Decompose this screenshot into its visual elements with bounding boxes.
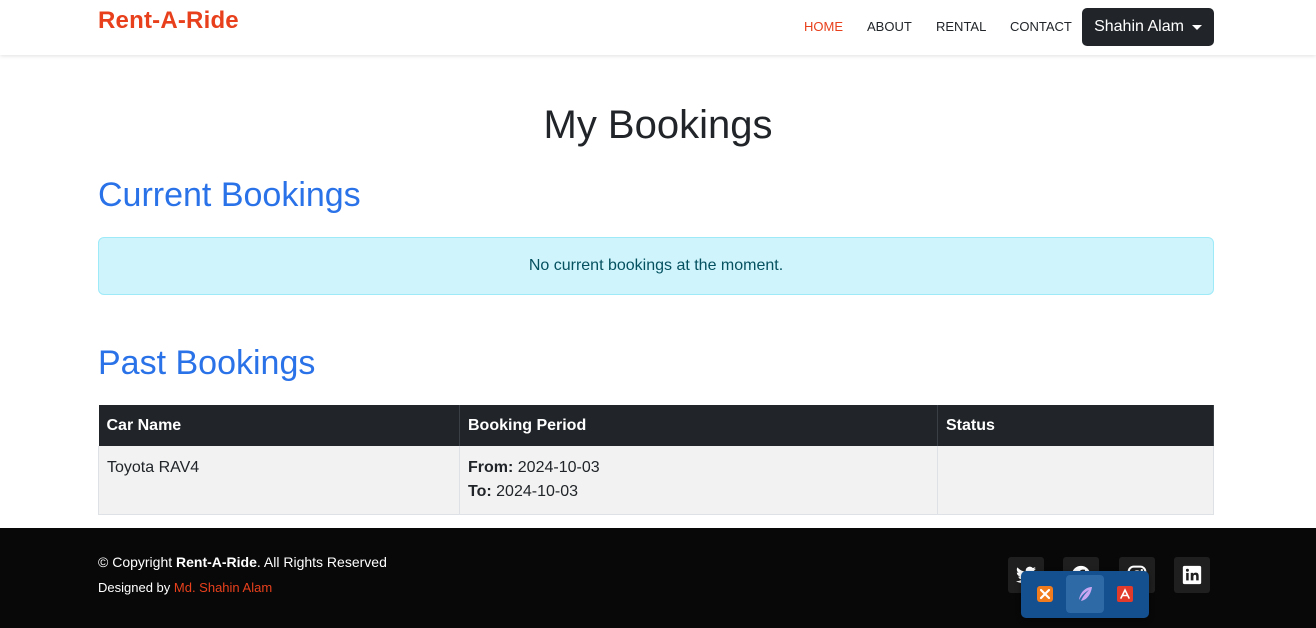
nav-about[interactable]: ABOUT: [867, 19, 912, 34]
column-header-period: Booking Period: [459, 405, 938, 446]
designed-by-text: Designed by Md. Shahin Alam: [98, 580, 273, 595]
column-header-car: Car Name: [98, 405, 460, 446]
linkedin-icon[interactable]: [1174, 557, 1210, 593]
xampp-icon[interactable]: [1026, 575, 1064, 613]
table-row: Toyota RAV4 From: 2024-10-03 To: 2024-10…: [98, 446, 1214, 515]
past-bookings-heading: Past Bookings: [98, 344, 316, 382]
copyright-text: © Copyright Rent-A-Ride. All Rights Rese…: [98, 554, 387, 570]
booking-period-cell: From: 2024-10-03 To: 2024-10-03: [459, 446, 938, 515]
designer-link[interactable]: Md. Shahin Alam: [174, 580, 272, 595]
past-bookings-table: Car Name Booking Period Status Toyota RA…: [98, 405, 1214, 515]
to-label: To:: [468, 483, 492, 500]
column-header-status: Status: [937, 405, 1214, 446]
pdf-icon[interactable]: [1106, 575, 1144, 613]
nav-rental[interactable]: RENTAL: [936, 19, 986, 34]
alert-text: No current bookings at the moment.: [528, 257, 784, 274]
from-date: 2024-10-03: [517, 459, 600, 476]
floating-taskbar: [1021, 571, 1149, 618]
status-cell: Canceled: [937, 446, 1214, 515]
nav-contact[interactable]: CONTACT: [1010, 19, 1072, 34]
user-name: Shahin Alam: [1094, 18, 1184, 35]
user-dropdown-button[interactable]: Shahin Alam: [1082, 8, 1214, 46]
to-date: 2024-10-03: [496, 483, 578, 500]
caret-down-icon: [1191, 24, 1202, 30]
current-bookings-heading: Current Bookings: [98, 176, 361, 214]
page-title: My Bookings: [543, 103, 773, 147]
nav-home[interactable]: HOME: [804, 19, 843, 34]
status-badge: Canceled: [954, 463, 1003, 475]
table-header-row: Car Name Booking Period Status: [98, 405, 1214, 446]
navbar: Rent-A-Ride HOME ABOUT RENTAL CONTACT Sh…: [0, 0, 1316, 55]
from-label: From:: [468, 459, 514, 476]
brand-logo[interactable]: Rent-A-Ride: [98, 7, 239, 35]
no-bookings-alert: No current bookings at the moment.: [98, 237, 1214, 295]
feather-icon[interactable]: [1066, 575, 1104, 613]
car-name-cell: Toyota RAV4: [98, 446, 460, 515]
